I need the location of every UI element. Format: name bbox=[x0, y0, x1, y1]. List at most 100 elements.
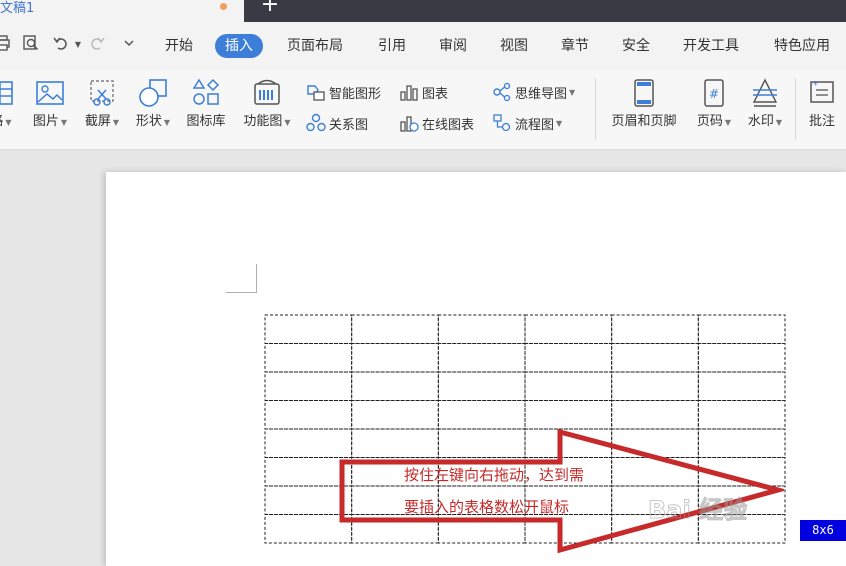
flowchart-icon bbox=[493, 114, 511, 132]
table-preview-cell[interactable] bbox=[697, 314, 786, 344]
baidu-watermark-logo: Bai 经验 bbox=[648, 496, 748, 525]
table-preview-cell[interactable] bbox=[437, 343, 526, 373]
screenshot-label: 截屏 bbox=[84, 114, 111, 129]
table-icon bbox=[0, 81, 13, 105]
annotation-text-line1: 按住左键向右拖动，达到需 bbox=[404, 466, 585, 484]
chart-button[interactable]: 图表 bbox=[399, 81, 448, 103]
page-number-button[interactable]: # 页码 ▼ bbox=[692, 78, 736, 131]
table-preview-cell[interactable] bbox=[524, 343, 613, 373]
table-preview-cell[interactable] bbox=[611, 400, 699, 430]
flowchart-label: 流程图 bbox=[515, 117, 555, 133]
table-label: 格 bbox=[0, 114, 3, 129]
mindmap-button[interactable]: 思维导图 ▼ bbox=[492, 81, 575, 103]
icon-library-button[interactable]: 图标库 bbox=[182, 78, 230, 130]
shapes-icon bbox=[139, 79, 167, 107]
svg-text:*: * bbox=[813, 80, 818, 91]
flowchart-button[interactable]: 流程图 ▼ bbox=[492, 112, 562, 134]
scissors-icon bbox=[90, 80, 114, 106]
table-preview-cell[interactable] bbox=[351, 400, 439, 430]
icon-library-label: 图标库 bbox=[186, 114, 226, 129]
mindmap-label: 思维导图 bbox=[515, 86, 568, 102]
menu-tab-special[interactable]: 特色应用 bbox=[764, 34, 840, 58]
table-preview-cell[interactable] bbox=[264, 400, 353, 430]
print-icon[interactable] bbox=[0, 34, 14, 56]
table-preview-cell[interactable] bbox=[524, 400, 613, 430]
table-preview-cell[interactable] bbox=[524, 314, 613, 344]
table-preview-cell[interactable] bbox=[264, 314, 353, 344]
menu-tab-references[interactable]: 引用 bbox=[368, 34, 416, 58]
new-tab-button[interactable]: + bbox=[258, 0, 282, 17]
ribbon-separator bbox=[795, 78, 796, 140]
shape-label: 形状 bbox=[135, 114, 162, 129]
screenshot-button[interactable]: 截屏 ▼ bbox=[80, 78, 124, 131]
menu-tab-home[interactable]: 开始 bbox=[155, 34, 203, 58]
annotation-text-line2: 要插入的表格数松开鼠标 bbox=[404, 498, 570, 516]
bar-chart-icon bbox=[400, 85, 418, 101]
annotation-arrow bbox=[339, 428, 784, 554]
table-preview-cell[interactable] bbox=[611, 314, 699, 344]
comment-icon: * bbox=[810, 80, 834, 103]
watermark-button[interactable]: 水印 ▼ bbox=[743, 78, 787, 131]
print-preview-icon[interactable] bbox=[20, 34, 42, 56]
menu-tab-view[interactable]: 视图 bbox=[490, 34, 538, 58]
redo-icon[interactable] bbox=[86, 34, 108, 56]
table-size-badge: 8x6 bbox=[800, 520, 846, 541]
shape-button[interactable]: 形状 ▼ bbox=[131, 78, 175, 131]
insert-ribbon: 格▼ 图片▼ 截屏▼ 形状▼ 图标库 功能图▼ 智能图形 关系图 图表 在线图表… bbox=[0, 70, 846, 150]
document-tab[interactable]: 文稿1 bbox=[0, 0, 244, 22]
table-preview-cell[interactable] bbox=[437, 400, 526, 430]
mindmap-icon bbox=[493, 82, 511, 102]
menu-tab-section[interactable]: 章节 bbox=[551, 34, 599, 58]
function-chart-button[interactable]: 功能图 ▼ bbox=[239, 78, 295, 131]
watermark-icon bbox=[752, 78, 778, 107]
picture-button[interactable]: 图片 ▼ bbox=[28, 78, 72, 131]
table-preview-cell[interactable] bbox=[697, 371, 786, 401]
table-preview-cell[interactable] bbox=[697, 343, 786, 373]
page-number-icon: # bbox=[704, 79, 724, 107]
table-preview-cell[interactable] bbox=[351, 314, 439, 344]
svg-text:#: # bbox=[709, 87, 719, 101]
picture-icon bbox=[36, 81, 64, 105]
table-preview-cell[interactable] bbox=[437, 314, 526, 344]
comment-button[interactable]: * 批注 bbox=[805, 78, 839, 130]
table-preview-cell[interactable] bbox=[524, 371, 613, 401]
table-preview-cell[interactable] bbox=[437, 371, 526, 401]
menu-tab-security[interactable]: 安全 bbox=[612, 34, 660, 58]
table-preview-cell[interactable] bbox=[264, 343, 353, 373]
watermark-label: 水印 bbox=[747, 114, 774, 129]
ribbon-separator bbox=[595, 78, 596, 140]
smartart-label: 智能图形 bbox=[329, 86, 382, 102]
menu-bar: ▼ 开始 插入 页面布局 引用 审阅 视图 章节 安全 开发工具 特色应用 bbox=[0, 22, 846, 70]
table-preview-cell[interactable] bbox=[697, 400, 786, 430]
online-chart-button[interactable]: 在线图表 bbox=[399, 112, 474, 134]
document-tab-label: 文稿1 bbox=[0, 1, 35, 16]
smartart-icon bbox=[307, 85, 325, 101]
icon-library-icon bbox=[192, 78, 220, 105]
header-footer-button[interactable]: 页眉和页脚 bbox=[605, 78, 683, 130]
menu-tab-developer[interactable]: 开发工具 bbox=[673, 34, 749, 58]
relation-chart-icon bbox=[306, 113, 326, 132]
menu-tab-review[interactable]: 审阅 bbox=[429, 34, 477, 58]
comment-label: 批注 bbox=[808, 114, 835, 129]
table-preview-cell[interactable] bbox=[351, 343, 439, 373]
customize-toolbar-icon[interactable] bbox=[118, 34, 140, 56]
relation-chart-button[interactable]: 关系图 bbox=[306, 112, 368, 134]
page-margin-corner-mark bbox=[226, 264, 257, 293]
online-chart-icon bbox=[400, 116, 419, 132]
table-preview-cell[interactable] bbox=[351, 371, 439, 401]
unsaved-dot-icon bbox=[220, 3, 227, 10]
smartart-button[interactable]: 智能图形 bbox=[306, 81, 381, 103]
title-bar: 文稿1 + bbox=[0, 0, 846, 22]
menu-tab-insert[interactable]: 插入 bbox=[215, 34, 263, 58]
table-preview-cell[interactable] bbox=[264, 371, 353, 401]
function-chart-icon bbox=[254, 79, 280, 105]
online-chart-label: 在线图表 bbox=[422, 117, 475, 133]
table-preview-cell[interactable] bbox=[611, 371, 699, 401]
menu-tab-page-layout[interactable]: 页面布局 bbox=[277, 34, 353, 58]
header-footer-label: 页眉和页脚 bbox=[611, 114, 677, 129]
picture-label: 图片 bbox=[32, 114, 59, 129]
table-button[interactable]: 格▼ bbox=[0, 78, 16, 131]
table-preview-cell[interactable] bbox=[611, 343, 699, 373]
page-number-label: 页码 bbox=[696, 114, 723, 129]
function-chart-label: 功能图 bbox=[243, 114, 283, 129]
